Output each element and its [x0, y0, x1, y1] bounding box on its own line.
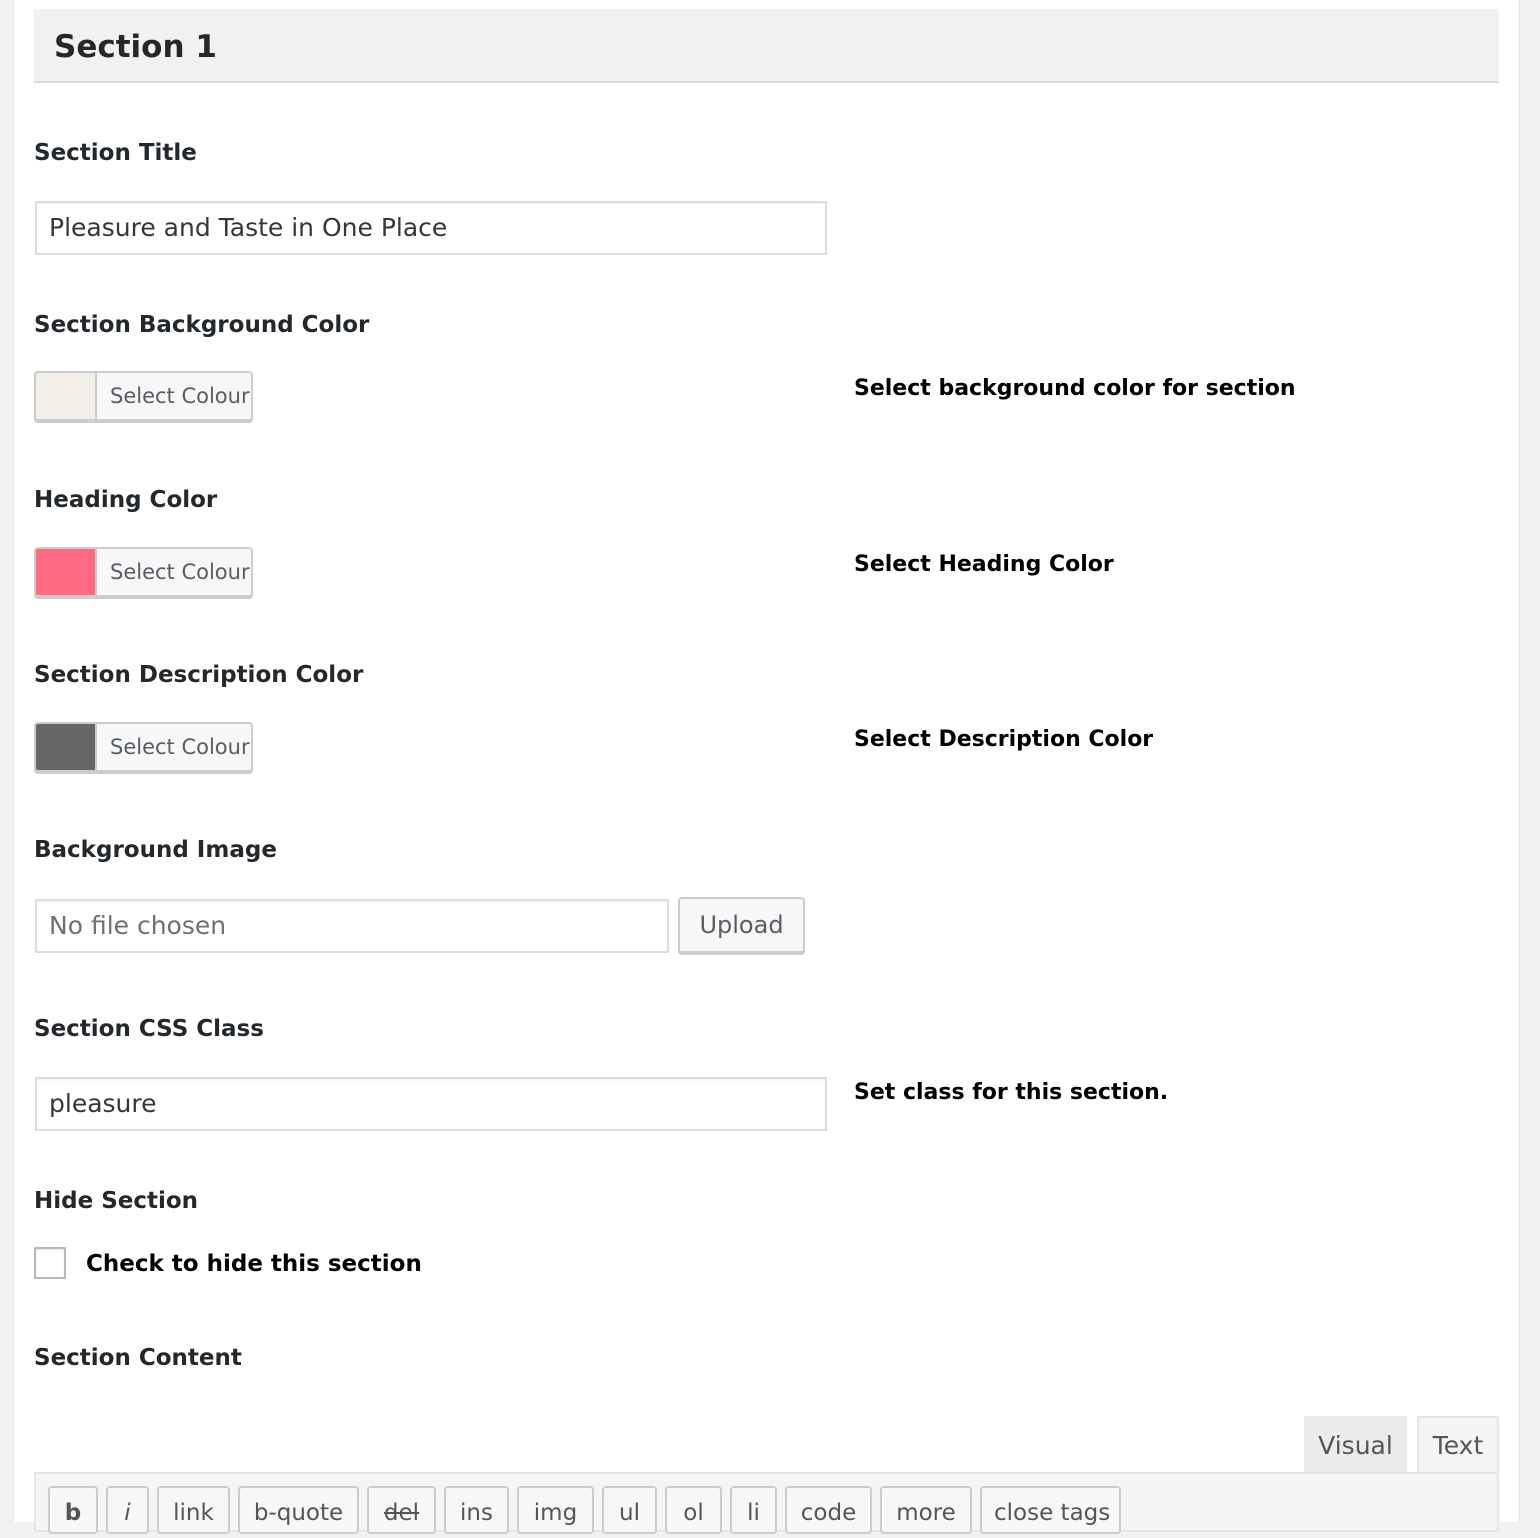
- desc-color-button-label: Select Colour: [110, 735, 250, 759]
- quicktag-li-button[interactable]: li: [730, 1486, 777, 1534]
- css-class-description: Set class for this section.: [854, 1080, 1169, 1105]
- bg-color-swatch: [36, 373, 97, 419]
- quicktag-close-tags-button[interactable]: close tags: [980, 1486, 1121, 1534]
- quicktag-code-button[interactable]: code: [785, 1486, 872, 1534]
- section-title-input[interactable]: Pleasure and Taste in One Place: [35, 201, 827, 255]
- desc-color-label: Section Description Color: [34, 662, 364, 688]
- bg-color-picker-button[interactable]: Select Colour: [34, 371, 253, 421]
- bg-color-label: Section Background Color: [34, 312, 370, 338]
- css-class-input[interactable]: pleasure: [35, 1077, 827, 1131]
- quicktag-img-button[interactable]: img: [517, 1486, 594, 1534]
- quicktag-del-button[interactable]: del: [367, 1486, 436, 1534]
- hide-section-checkbox[interactable]: [34, 1247, 66, 1279]
- bg-image-label: Background Image: [34, 837, 277, 863]
- heading-color-description: Select Heading Color: [854, 552, 1114, 577]
- quicktag-ol-button[interactable]: ol: [665, 1486, 722, 1534]
- section-content-label: Section Content: [34, 1345, 242, 1371]
- bg-image-input[interactable]: No file chosen: [35, 899, 669, 953]
- section-title-label: Section Title: [34, 140, 197, 166]
- tab-visual[interactable]: Visual: [1304, 1416, 1407, 1474]
- quicktags-toolbar: b i link b-quote del ins img ul ol li co…: [34, 1472, 1499, 1534]
- quicktag-ins-button[interactable]: ins: [444, 1486, 509, 1534]
- heading-color-button-label: Select Colour: [110, 560, 250, 584]
- quicktag-link-button[interactable]: link: [157, 1486, 230, 1534]
- quicktag-bquote-button[interactable]: b-quote: [238, 1486, 359, 1534]
- css-class-label: Section CSS Class: [34, 1016, 264, 1042]
- quicktag-ul-button[interactable]: ul: [602, 1486, 657, 1534]
- hide-section-label: Hide Section: [34, 1188, 199, 1214]
- heading-color-label: Heading Color: [34, 487, 218, 513]
- upload-button[interactable]: Upload: [678, 897, 805, 953]
- heading-color-picker-button[interactable]: Select Colour: [34, 547, 253, 597]
- quicktag-bold-button[interactable]: b: [48, 1486, 98, 1534]
- quicktag-more-button[interactable]: more: [880, 1486, 972, 1534]
- bg-color-description: Select background color for section: [854, 376, 1296, 401]
- quicktag-italic-button[interactable]: i: [106, 1486, 149, 1534]
- desc-color-description: Select Description Color: [854, 727, 1154, 752]
- section-heading: Section 1: [54, 29, 217, 65]
- section-header: Section 1: [34, 9, 1499, 83]
- heading-color-swatch: [36, 549, 97, 595]
- tab-text[interactable]: Text: [1417, 1416, 1499, 1474]
- desc-color-swatch: [36, 724, 97, 770]
- desc-color-picker-button[interactable]: Select Colour: [34, 722, 253, 772]
- hide-section-checkbox-label[interactable]: Check to hide this section: [86, 1248, 422, 1280]
- bg-color-button-label: Select Colour: [110, 384, 250, 408]
